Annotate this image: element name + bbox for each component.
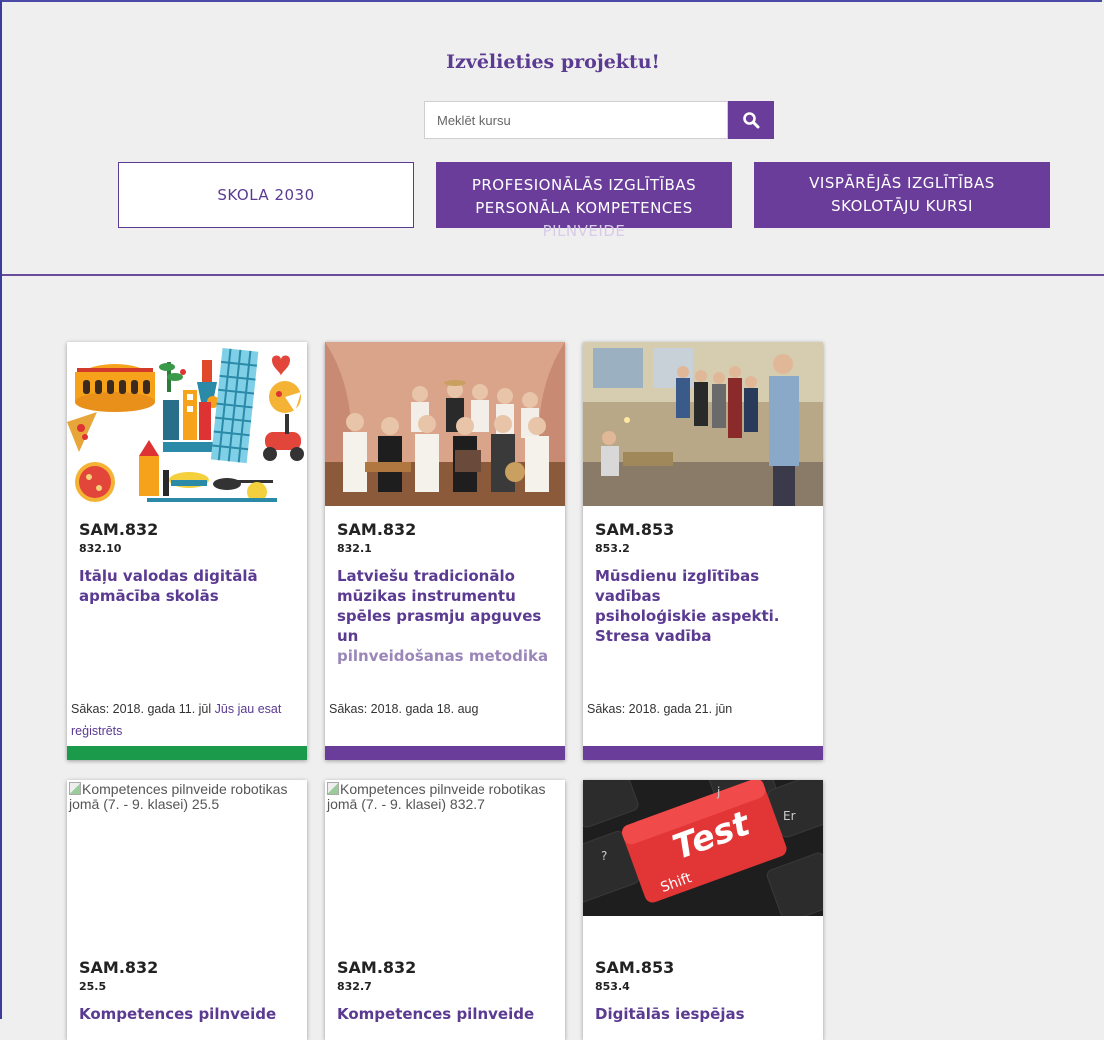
course-subcode: 25.5 xyxy=(79,980,107,993)
project-label-line1: PROFESIONĀLĀS IZGLĪTĪBAS xyxy=(471,176,697,194)
course-start-date: Sākas: 2018. gada 21. jūn xyxy=(587,702,733,716)
course-start-date: Sākas: 2018. gada 18. aug xyxy=(329,702,479,716)
course-title[interactable]: Kompetences pilnveide xyxy=(79,1004,299,1024)
course-code: SAM.853 xyxy=(595,520,675,539)
course-title[interactable]: Latviešu tradicionālo mūzikas instrument… xyxy=(337,566,557,666)
search-button[interactable] xyxy=(728,101,774,139)
course-card[interactable]: Kompetences pilnveide robotikas jomā (7.… xyxy=(325,780,565,1040)
course-bar xyxy=(583,746,823,760)
project-skola-2030-button[interactable]: SKOLA 2030 xyxy=(118,162,414,228)
project-label-line2: PERSONĀLA KOMPETENCES xyxy=(475,199,693,217)
project-label-line3: PILNVEIDE xyxy=(542,222,626,240)
course-image-italy xyxy=(67,342,307,506)
course-subcode: 832.1 xyxy=(337,542,372,555)
broken-course-image: Kompetences pilnveide robotikas jomā (7.… xyxy=(67,780,309,946)
course-subcode: 853.4 xyxy=(595,980,630,993)
search-icon xyxy=(743,112,760,129)
project-header: Izvēlieties projektu! SKOLA 2030 PROFESI… xyxy=(2,2,1104,276)
course-image-musicians xyxy=(325,342,565,506)
course-code: SAM.832 xyxy=(337,958,417,977)
broken-course-image: Kompetences pilnveide robotikas jomā (7.… xyxy=(325,780,567,946)
course-start-date: Sākas: 2018. gada 11. jūl xyxy=(71,702,212,716)
course-bar xyxy=(325,746,565,760)
project-label-line2: SKOLOTĀJU KURSI xyxy=(831,197,973,215)
course-title[interactable]: Mūsdienu izglītības vadības psiholoģiski… xyxy=(595,566,815,646)
course-image-workshop xyxy=(583,342,823,506)
broken-image-icon xyxy=(327,782,339,795)
course-meta: Sākas: 2018. gada 21. jūn xyxy=(587,698,817,720)
course-card[interactable]: SAM.832 832.1 Latviešu tradicionālo mūzi… xyxy=(325,342,565,760)
course-card[interactable]: SAM.853 853.2 Mūsdienu izglītības vadība… xyxy=(583,342,823,760)
project-label-line1: VISPĀRĒJĀS IZGLĪTĪBAS xyxy=(809,174,995,192)
course-title[interactable]: Itāļu valodas digitālā apmācība skolās xyxy=(79,566,299,606)
registered-bar xyxy=(67,746,307,760)
svg-text:Er: Er xyxy=(783,809,796,823)
project-professional-button[interactable]: PROFESIONĀLĀS IZGLĪTĪBAS PERSONĀLA KOMPE… xyxy=(436,162,732,240)
course-subcode: 832.10 xyxy=(79,542,122,555)
course-image-test-keyboard: Test Shift Er ? j xyxy=(583,780,823,916)
svg-text:j: j xyxy=(716,785,720,799)
course-card[interactable]: SAM.832 832.10 Itāļu valodas digitālā ap… xyxy=(67,342,307,760)
svg-text:?: ? xyxy=(601,849,607,863)
course-subcode: 832.7 xyxy=(337,980,372,993)
course-title[interactable]: Kompetences pilnveide xyxy=(337,1004,557,1024)
search-input[interactable] xyxy=(424,101,728,139)
course-title[interactable]: Digitālās iespējas xyxy=(595,1004,815,1024)
image-alt-text: Kompetences pilnveide robotikas jomā (7.… xyxy=(327,781,546,812)
image-alt-text: Kompetences pilnveide robotikas jomā (7.… xyxy=(69,781,288,812)
course-code: SAM.832 xyxy=(337,520,417,539)
broken-image-icon xyxy=(69,782,81,795)
course-code: SAM.853 xyxy=(595,958,675,977)
course-code: SAM.832 xyxy=(79,520,159,539)
course-card[interactable]: Test Shift Er ? j SAM.853 853.4 Digitālā… xyxy=(583,780,823,1040)
page-title: Izvēlieties projektu! xyxy=(446,51,660,73)
course-meta: Sākas: 2018. gada 18. aug xyxy=(329,698,559,720)
course-card[interactable]: Kompetences pilnveide robotikas jomā (7.… xyxy=(67,780,307,1040)
course-subcode: 853.2 xyxy=(595,542,630,555)
project-general-education-button[interactable]: VISPĀRĒJĀS IZGLĪTĪBAS SKOLOTĀJU KURSI xyxy=(754,162,1050,228)
course-meta: Sākas: 2018. gada 11. jūl Jūs jau esat r… xyxy=(71,698,301,742)
course-code: SAM.832 xyxy=(79,958,159,977)
project-label: SKOLA 2030 xyxy=(217,185,315,204)
